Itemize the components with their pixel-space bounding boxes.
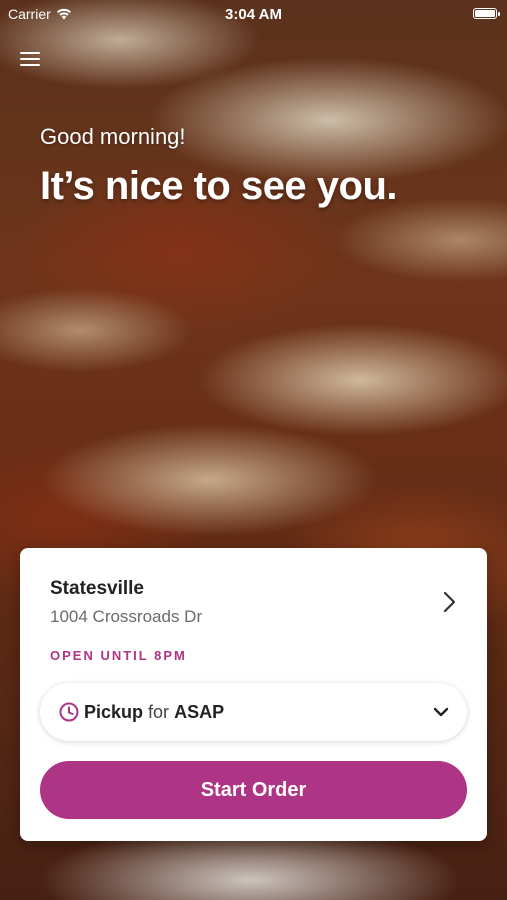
order-time-label: ASAP	[174, 702, 225, 722]
store-card: Statesville 1004 Crossroads Dr OPEN UNTI…	[20, 548, 487, 841]
store-selector[interactable]: Statesville 1004 Crossroads Dr	[20, 548, 487, 628]
store-name: Statesville	[50, 578, 144, 599]
store-address: 1004 Crossroads Dr	[50, 607, 203, 626]
order-mode-selector[interactable]: Pickup for ASAP	[40, 683, 467, 741]
store-hours: OPEN UNTIL 8PM	[50, 648, 187, 663]
headline-text: It’s nice to see you.	[40, 164, 398, 208]
greeting-text: Good morning!	[40, 124, 186, 149]
clock-icon	[59, 702, 79, 722]
status-time: 3:04 AM	[225, 6, 282, 23]
chevron-right-icon	[443, 591, 456, 613]
battery-icon	[473, 8, 500, 19]
order-mode-text: Pickup for ASAP	[84, 702, 224, 723]
menu-icon[interactable]	[20, 48, 42, 68]
order-mode-label: Pickup	[84, 702, 144, 722]
order-mode-connector: for	[148, 702, 170, 722]
chevron-down-icon	[433, 707, 449, 717]
status-bar: Carrier 3:04 AM	[0, 0, 507, 28]
start-order-button[interactable]: Start Order	[40, 761, 467, 819]
